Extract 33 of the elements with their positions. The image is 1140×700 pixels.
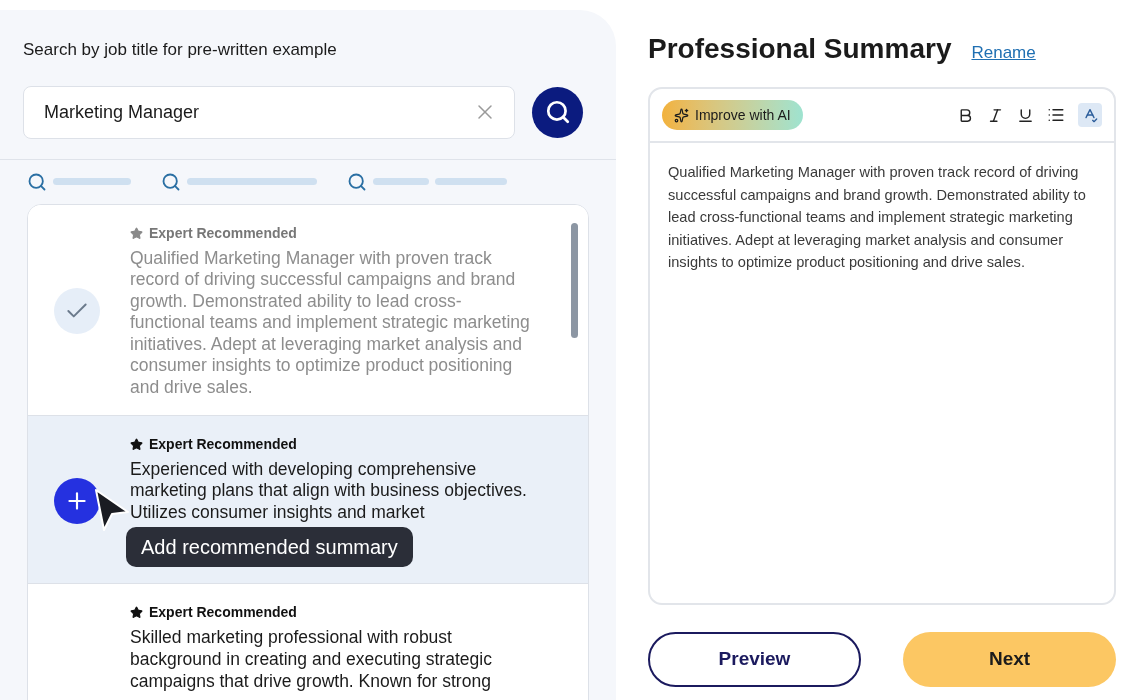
add-button[interactable] bbox=[54, 477, 100, 524]
expert-label: Expert Recommended bbox=[149, 434, 297, 454]
sparkle-icon bbox=[674, 107, 689, 123]
section-title: Professional Summary bbox=[648, 32, 952, 66]
search-icon bbox=[544, 99, 571, 125]
search-icon bbox=[161, 171, 181, 192]
star-icon bbox=[130, 606, 143, 620]
example-card[interactable] bbox=[28, 204, 588, 416]
preview-button[interactable]: Preview bbox=[648, 632, 861, 687]
star-icon bbox=[130, 437, 143, 451]
summary-text: Qualified Marketing Manager with proven track record of driving successful campaigns and brand growth. Demonstrated ability to lead cross-functional teams and implement strategic marketing initiatives. Adept at leveraging market analysis and consumer insights to optimize product positioning and drive sales. bbox=[667, 163, 1087, 273]
search-icon bbox=[27, 171, 47, 192]
spellcheck-icon[interactable] bbox=[1078, 103, 1102, 127]
underline-icon[interactable] bbox=[1017, 106, 1034, 124]
next-button[interactable]: Next bbox=[903, 632, 1116, 687]
star-icon bbox=[130, 226, 143, 240]
rename-link[interactable]: Rename bbox=[971, 40, 1036, 66]
italic-icon[interactable] bbox=[987, 106, 1004, 124]
tooltip: Add recommended summary bbox=[126, 527, 413, 568]
example-text: Qualified Marketing Manager with proven track record of driving successful campaigns and brand growth. Demonstrated ability to lead cross-functional teams and implement strategic marketing initiatives. Adept at leveraging market analysis and consumer insights to optimize product positioning and drive sales. bbox=[130, 247, 530, 399]
search-label: Search by job title for pre-written example bbox=[23, 39, 338, 61]
example-card[interactable]: Expert Recommended Experienced with developing comprehensive marketing plans that align with business objectives. Utilizes consumer insights and market Add recommended summary bbox=[28, 415, 588, 585]
search-icon bbox=[347, 171, 367, 192]
expert-label: Expert Recommended bbox=[149, 223, 297, 243]
search-field[interactable]: Marketing Manager bbox=[23, 85, 515, 139]
example-text: Experienced with developing comprehensive marketing plans that align with business objectives. Utilizes consumer insights and market bbox=[130, 458, 528, 524]
search-button[interactable] bbox=[532, 86, 583, 138]
example-text: Skilled marketing professional with robust background in creating and executing strategic campaigns that drive growth. Known for strong bbox=[130, 627, 493, 693]
summary-editor[interactable] bbox=[648, 87, 1116, 605]
expert-label: Expert Recommended bbox=[149, 603, 297, 623]
improve-ai-button[interactable]: Improve with AI bbox=[662, 100, 803, 130]
list-icon[interactable] bbox=[1047, 106, 1065, 124]
cursor-icon bbox=[94, 487, 130, 532]
